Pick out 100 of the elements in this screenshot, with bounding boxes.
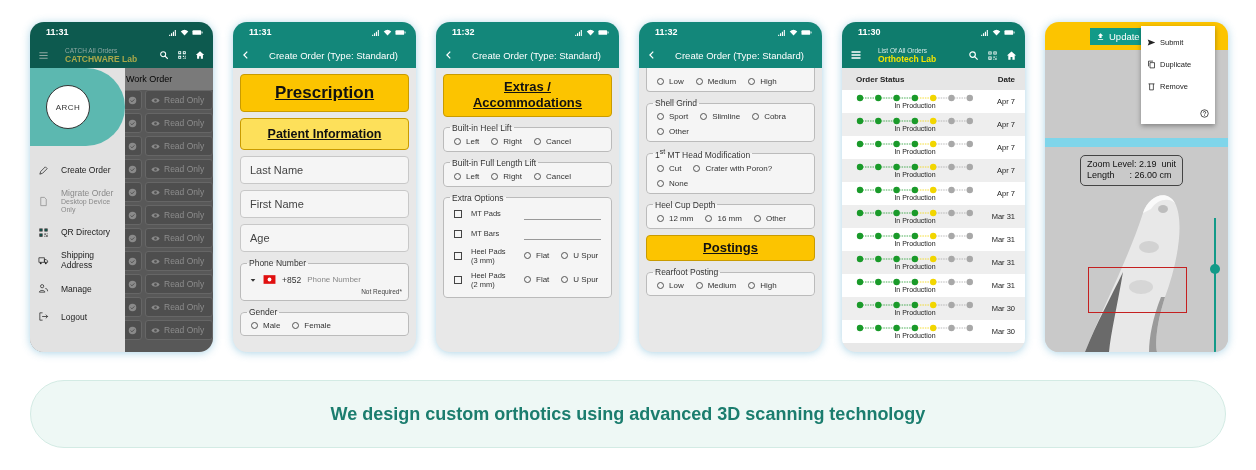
check-circle-icon [127, 256, 137, 266]
radio-option[interactable]: Medium [695, 281, 737, 291]
screen-title: Create Order (Type: Standard) [471, 49, 602, 61]
zoom-slider[interactable] [1211, 218, 1219, 352]
check-circle-icon [127, 210, 137, 220]
slider-thumb[interactable] [1210, 263, 1220, 274]
wifi-icon [586, 27, 595, 37]
radio-option[interactable]: Male [251, 321, 281, 330]
people-icon [38, 283, 49, 295]
text-field[interactable]: Age [240, 224, 409, 252]
readout-line: Length : 26.00 cm [1087, 170, 1173, 182]
radio-option[interactable]: High [748, 77, 777, 86]
text-field[interactable]: Phone Number [307, 275, 388, 284]
eye-icon [151, 279, 160, 289]
radio-option[interactable]: Low [657, 281, 684, 291]
country-code: +852 [282, 274, 302, 285]
section-banner: Prescription [240, 74, 409, 112]
eye-icon [151, 302, 160, 312]
clock-time: 11:32 [655, 27, 678, 37]
eye-icon [151, 256, 160, 266]
radio-option[interactable]: Female [292, 321, 332, 330]
home-icon[interactable] [1006, 49, 1017, 61]
radio-option[interactable]: U Spur [561, 275, 599, 284]
group-label: Extra Options [451, 192, 505, 203]
group-label: Rearfoot Posting [654, 267, 720, 278]
search-icon[interactable] [159, 50, 169, 60]
check-circle-icon [127, 118, 137, 128]
section-banner: Patient Information [240, 118, 409, 150]
screen-title: Create Order (Type: Standard) [268, 49, 399, 61]
radio-option[interactable]: Cancel [534, 136, 571, 146]
qr-code-icon[interactable] [987, 49, 998, 61]
check-circle-icon [127, 325, 137, 335]
radio-option[interactable]: Medium [695, 77, 737, 86]
group-label: Phone Number [248, 258, 308, 268]
check-circle-icon [127, 164, 137, 174]
signal-icon [980, 27, 989, 37]
eye-icon [151, 210, 160, 220]
wifi-icon [383, 27, 392, 37]
radio-option[interactable]: Cancel [534, 171, 571, 181]
radio-option[interactable]: 16 mm [705, 213, 742, 223]
signal-icon [371, 27, 380, 37]
radio-option[interactable]: Slimline [700, 112, 741, 121]
radio-option[interactable]: High [748, 281, 777, 291]
readout-line: Zoom Level: 2.19 unit [1087, 159, 1177, 171]
flag-icon [263, 273, 276, 286]
signal-icon [777, 27, 786, 37]
radio-option[interactable]: Other [657, 127, 689, 136]
check-circle-icon [127, 187, 137, 197]
clock-time: 11:31 [249, 27, 272, 37]
radio-option[interactable]: Left [454, 136, 480, 146]
column-header: Order Status [856, 74, 905, 84]
radio-option[interactable]: Sport [657, 112, 689, 121]
check-circle-icon [127, 141, 137, 151]
eye-icon [151, 233, 160, 243]
menu-item[interactable]: QR Directory [38, 222, 125, 243]
signal-icon [574, 27, 583, 37]
radio-option[interactable]: 12 mm [657, 213, 694, 223]
radio-option[interactable]: Other [753, 213, 786, 223]
radio-option[interactable]: Crater with Poron? [693, 163, 773, 173]
menu-item[interactable]: Shipping Address [38, 250, 125, 271]
selection-rectangle[interactable] [1088, 267, 1187, 313]
check-circle-icon [127, 279, 137, 289]
radio-option[interactable]: Flat [524, 275, 550, 284]
menu-item[interactable]: Logout [38, 306, 125, 327]
truck-icon [38, 254, 49, 266]
menu-item[interactable]: Manage [38, 278, 125, 299]
radio-option[interactable]: Right [491, 136, 523, 146]
group-label: Built-in Heel Lift [451, 122, 513, 133]
qr-code-icon[interactable] [177, 50, 187, 60]
logo: ARCH [46, 85, 90, 129]
screen-title: Create Order (Type: Standard) [674, 49, 805, 61]
qr-code-icon [38, 226, 49, 238]
radio-option[interactable]: Low [657, 77, 684, 86]
help-icon[interactable] [1200, 109, 1209, 118]
trash-icon [1147, 81, 1156, 91]
section-banner: Extras / Accommodations [443, 74, 612, 117]
wifi-icon [992, 27, 1001, 37]
text-field[interactable]: First Name [240, 190, 409, 218]
text-field[interactable]: Last Name [240, 156, 409, 184]
tagline: We design custom orthotics using advanced 3D scanning technology [30, 380, 1226, 448]
radio-option[interactable]: Cobra [752, 112, 786, 121]
signal-icon [168, 27, 177, 37]
wifi-icon [789, 27, 798, 37]
menu-icon[interactable] [38, 49, 49, 61]
eye-icon [151, 164, 160, 174]
radio-option[interactable]: Left [454, 171, 480, 181]
radio-option[interactable]: Flat [524, 251, 550, 260]
radio-option[interactable]: Right [491, 171, 523, 181]
radio-option[interactable]: Cut [657, 163, 682, 173]
radio-option[interactable]: U Spur [561, 251, 599, 260]
copy-icon [1147, 59, 1156, 69]
search-icon[interactable] [968, 49, 979, 61]
radio-option[interactable]: None [657, 178, 689, 188]
pencil-icon [38, 164, 49, 176]
home-icon[interactable] [195, 50, 205, 60]
menu-icon[interactable] [850, 49, 862, 61]
menu-item[interactable]: Create Order [38, 160, 125, 180]
upload-icon [1096, 31, 1105, 41]
check-circle-icon [127, 233, 137, 243]
column-header: Date [997, 74, 1015, 84]
